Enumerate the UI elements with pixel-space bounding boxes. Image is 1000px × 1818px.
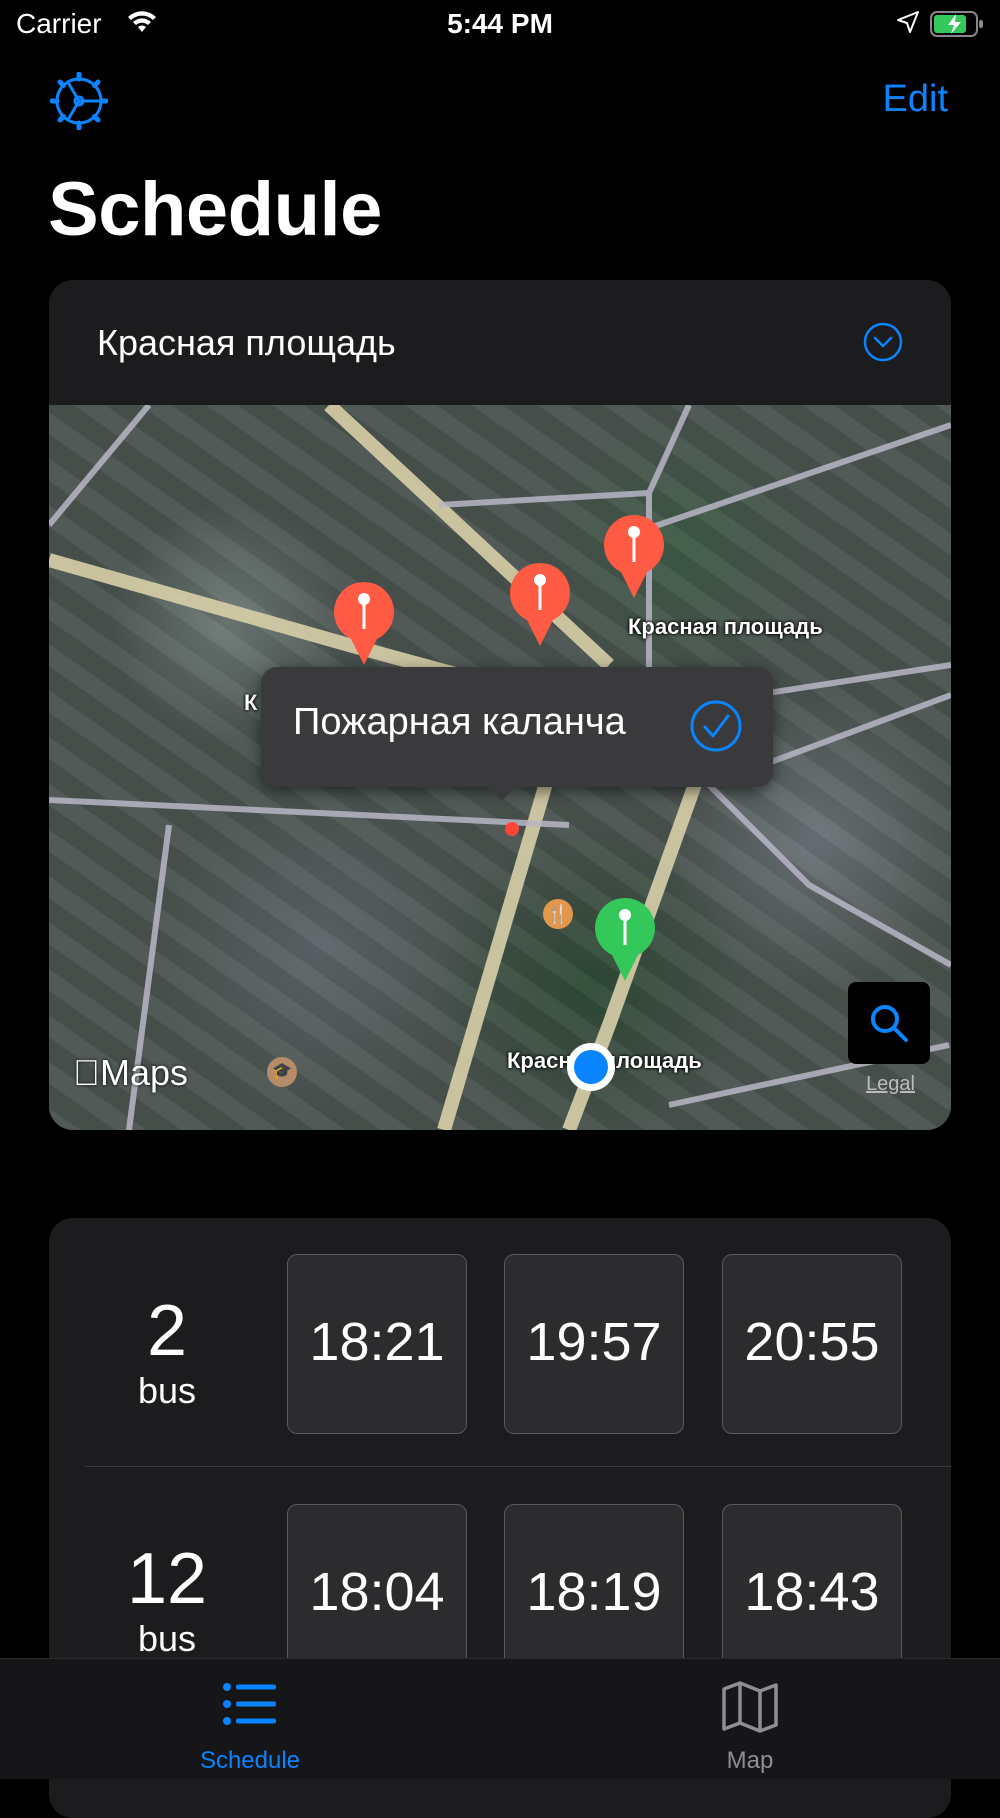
stop-pin-red[interactable] <box>329 577 399 667</box>
search-icon <box>871 1005 908 1042</box>
row-divider <box>85 1466 951 1467</box>
departure-time: 18:43 <box>744 1562 880 1622</box>
school-icon[interactable]: 🎓 <box>267 1057 297 1087</box>
stop-callout[interactable]: Пожарная каланча <box>261 667 773 801</box>
maps-logo-text: Maps <box>73 1052 188 1093</box>
tab-map[interactable]: Map <box>500 1659 1000 1779</box>
map-icon <box>722 1681 778 1733</box>
departure-time-box[interactable]: 18:04 <box>287 1504 467 1684</box>
route-number: 2 <box>146 1291 188 1371</box>
stop-pin-red[interactable] <box>599 510 669 600</box>
departure-time: 19:57 <box>526 1312 662 1372</box>
settings-gear-icon[interactable] <box>50 72 108 130</box>
map-search-button[interactable] <box>848 982 930 1064</box>
edit-button[interactable]: Edit <box>883 78 948 121</box>
route-row[interactable]: 2 bus 18:21 19:57 20:55 <box>49 1218 951 1470</box>
callout-stop-name: Пожарная каланча <box>293 701 626 743</box>
clock: 5:44 PM <box>447 8 553 39</box>
checkmark-circle-icon[interactable] <box>689 699 743 753</box>
departure-time-box[interactable]: 20:55 <box>722 1254 902 1434</box>
departure-time-box[interactable]: 18:19 <box>504 1504 684 1684</box>
tab-schedule[interactable]: Schedule <box>0 1659 500 1779</box>
departure-time-box[interactable]: 19:57 <box>504 1254 684 1434</box>
restaurant-icon[interactable]: 🍴 <box>543 899 573 929</box>
route-number: 12 <box>126 1539 208 1619</box>
map-stop-label: Красная площадь <box>628 614 823 639</box>
apple-maps-logo: Maps <box>73 1052 188 1094</box>
route-type: bus <box>137 1618 197 1659</box>
departure-time: 18:04 <box>309 1562 445 1622</box>
tab-label: Schedule <box>199 1747 301 1774</box>
departure-time-box[interactable]: 18:21 <box>287 1254 467 1434</box>
departure-time: 18:19 <box>526 1562 662 1622</box>
map-stop-label: К <box>244 690 258 715</box>
stop-map-card: Красная площадь Красная площадь Красная … <box>49 280 951 1130</box>
map-view[interactable]: Красная площадь Красная площадь К 🍴 🎓 По… <box>49 405 951 1130</box>
departure-time-box[interactable]: 18:43 <box>722 1504 902 1684</box>
stop-selector[interactable]: Красная площадь <box>49 280 951 405</box>
callout-tail <box>486 785 518 801</box>
stop-pin-green[interactable] <box>590 893 660 983</box>
page-title: Schedule <box>48 167 382 252</box>
departure-time: 18:21 <box>309 1312 445 1372</box>
stop-pin-red[interactable] <box>505 558 575 648</box>
route-type: bus <box>137 1370 197 1411</box>
departure-time: 20:55 <box>744 1312 880 1372</box>
selected-stop-dot <box>505 822 519 836</box>
selected-stop-name: Красная площадь <box>97 322 396 363</box>
list-icon <box>223 1683 276 1725</box>
legal-link[interactable]: Legal <box>866 1073 915 1096</box>
battery-icon <box>930 11 983 37</box>
tab-label: Map <box>726 1747 774 1774</box>
status-bar: Carrier 5:44 PM <box>0 0 1000 50</box>
tab-bar: Schedule Map <box>0 1658 1000 1779</box>
chevron-down-circle-icon[interactable] <box>863 322 903 362</box>
location-arrow-icon <box>897 11 919 33</box>
user-location-dot <box>567 1043 615 1091</box>
